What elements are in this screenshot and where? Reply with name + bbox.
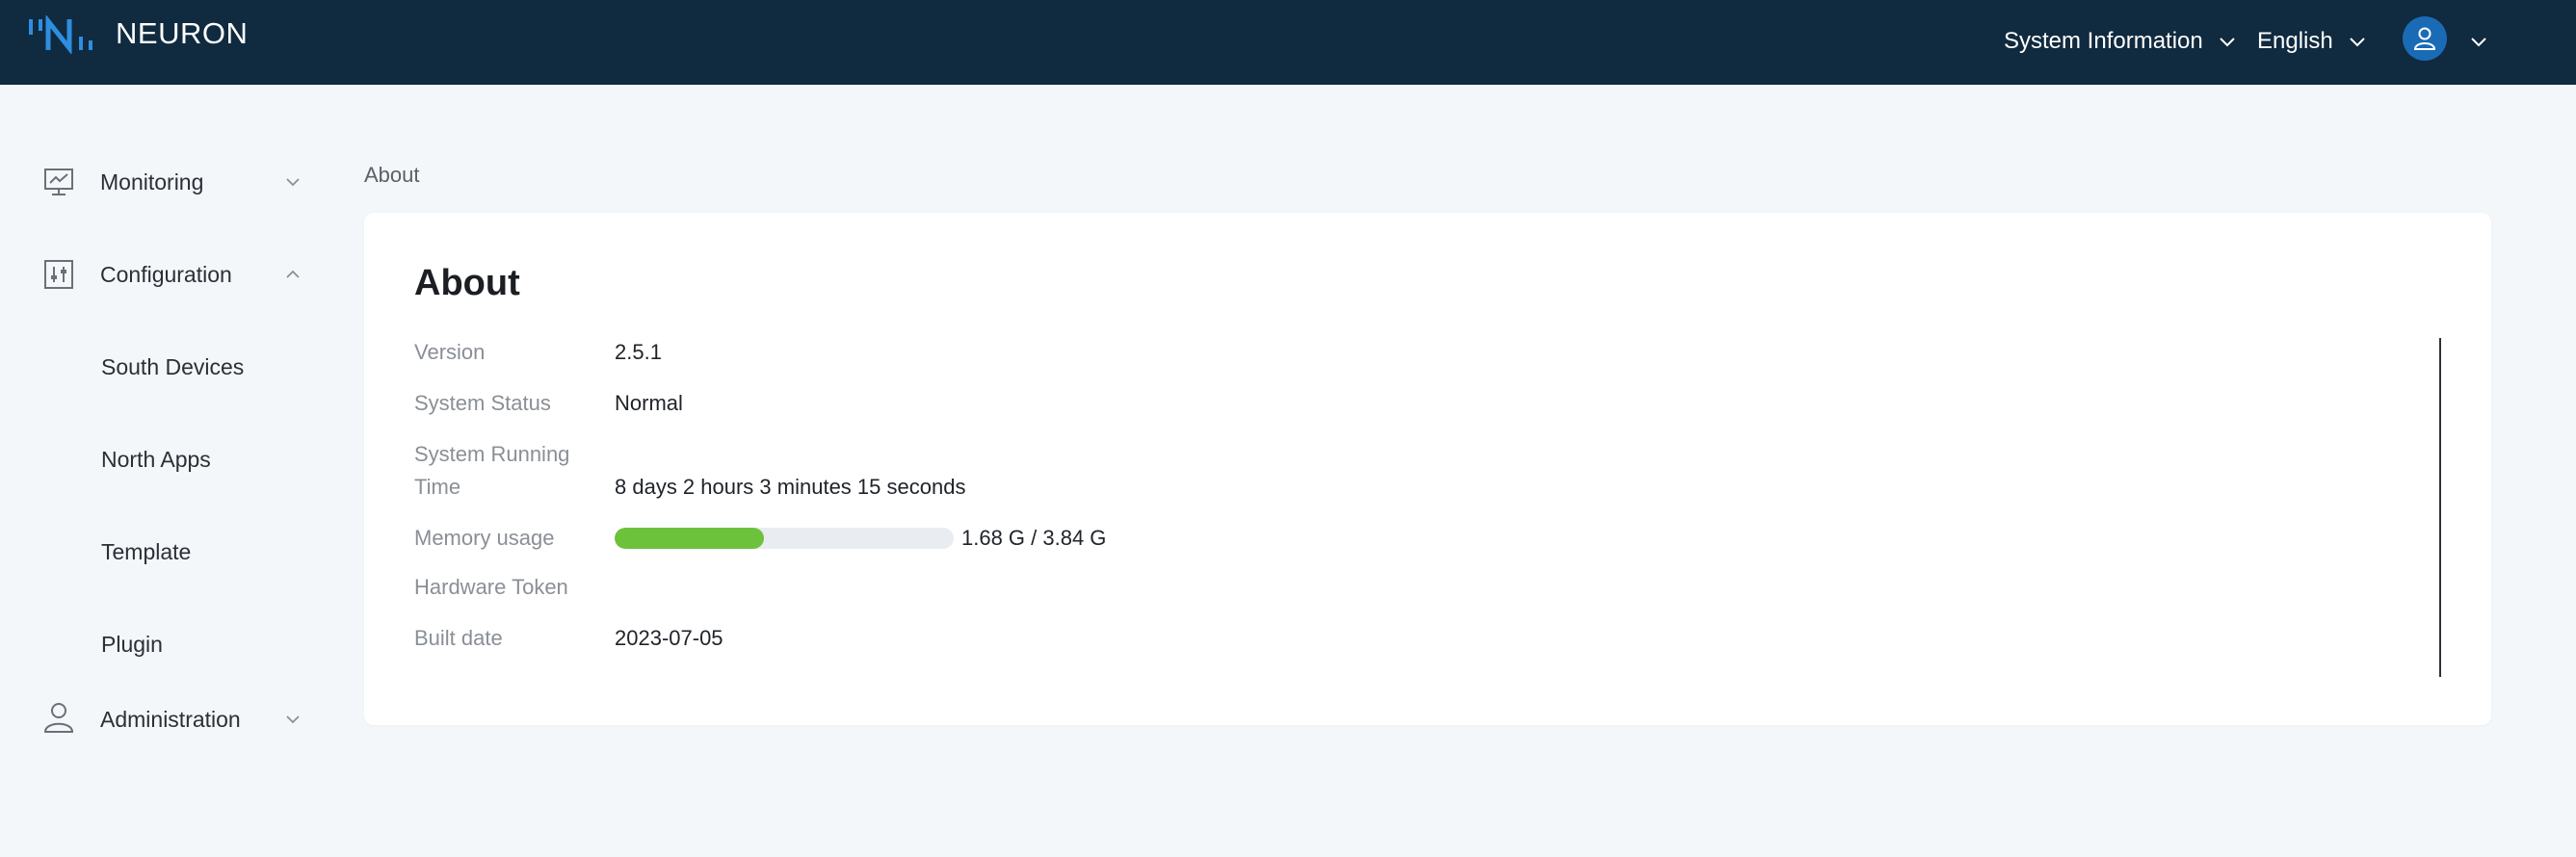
language-dropdown[interactable]: English xyxy=(2257,28,2366,55)
memory-usage-bar xyxy=(615,528,954,549)
memory-usage-label: Memory usage xyxy=(414,526,555,550)
memory-usage-fill xyxy=(615,528,764,549)
scroll-indicator[interactable] xyxy=(2439,338,2441,677)
user-icon xyxy=(2413,27,2436,50)
system-information-dropdown[interactable]: System Information xyxy=(2004,28,2236,55)
sidebar-item-template[interactable]: Template xyxy=(101,539,191,565)
built-date-label: Built date xyxy=(414,626,503,650)
brand-name: NEURON xyxy=(116,16,249,50)
system-status-label: System Status xyxy=(414,391,551,415)
user-menu-chevron-icon[interactable] xyxy=(2470,36,2487,47)
user-icon xyxy=(43,703,74,733)
running-time-label-line2: Time xyxy=(414,475,461,499)
chevron-up-icon xyxy=(286,270,300,278)
built-date-value: 2023-07-05 xyxy=(615,626,723,650)
sliders-icon xyxy=(44,260,73,289)
monitor-chart-icon xyxy=(44,169,73,195)
about-card: About Version 2.5.1 System Status Normal… xyxy=(364,213,2491,725)
system-information-label: System Information xyxy=(2004,28,2203,54)
sidebar-item-south-devices[interactable]: South Devices xyxy=(101,354,244,380)
chevron-down-icon xyxy=(286,715,300,724)
chevron-down-icon xyxy=(286,178,300,187)
sidebar-item-label: Administration xyxy=(100,707,241,732)
neuron-logo-icon[interactable] xyxy=(27,15,100,54)
running-time-value: 8 days 2 hours 3 minutes 15 seconds xyxy=(615,475,966,499)
memory-usage-value: 1.68 G / 3.84 G xyxy=(961,526,1107,550)
chevron-down-icon xyxy=(2220,38,2235,47)
top-navbar: NEURON System Information English xyxy=(0,0,2576,85)
user-avatar[interactable] xyxy=(2403,16,2447,61)
page-title: About xyxy=(414,263,520,303)
sidebar-item-label: Monitoring xyxy=(100,169,204,195)
running-time-label-line1: System Running xyxy=(414,442,570,466)
sidebar-item-plugin[interactable]: Plugin xyxy=(101,632,163,658)
language-label: English xyxy=(2257,28,2333,54)
sidebar-item-north-apps[interactable]: North Apps xyxy=(101,447,211,473)
hardware-token-label: Hardware Token xyxy=(414,575,568,599)
sidebar-item-label: Configuration xyxy=(100,262,232,287)
chevron-down-icon xyxy=(2350,38,2365,47)
version-value: 2.5.1 xyxy=(615,340,662,364)
version-label: Version xyxy=(414,340,486,364)
system-status-value: Normal xyxy=(615,391,683,415)
breadcrumb: About xyxy=(364,163,420,187)
